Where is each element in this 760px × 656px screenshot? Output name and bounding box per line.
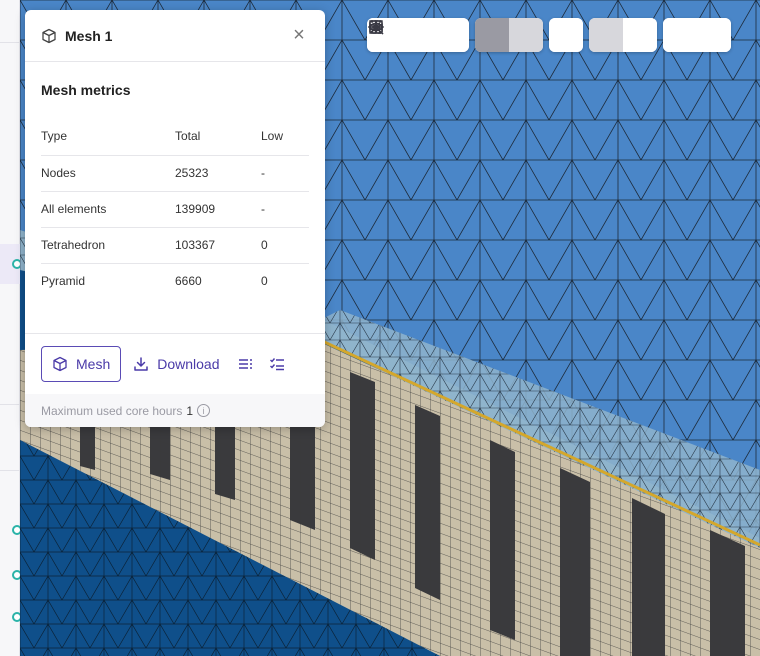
download-button[interactable]: Download [133, 355, 220, 372]
cell-type: Nodes [41, 155, 175, 192]
table-header-row: Type Total Low [41, 118, 309, 156]
cell-low: 0 [261, 274, 268, 289]
hide-icon[interactable] [368, 18, 731, 52]
table-row: All elements 139909 - [41, 191, 309, 228]
grid-view-icon[interactable] [369, 18, 657, 52]
solid-view-icon[interactable] [370, 18, 509, 52]
cell-type: Pyramid [41, 274, 86, 289]
core-hours-label: Maximum used core hours [41, 403, 183, 418]
list-icon[interactable] [236, 355, 254, 373]
panel-header: Mesh 1 × [25, 10, 325, 62]
close-icon[interactable]: × [289, 24, 309, 46]
panel-title: Mesh 1 [65, 27, 113, 44]
axes-icon[interactable] [369, 18, 583, 52]
mesh-panel: Mesh 1 × Mesh metrics Type Total Low Nod… [25, 10, 325, 427]
sidebar-divider [0, 42, 20, 43]
table-row: Pyramid 6660 0 [41, 263, 309, 299]
core-hours-row: Maximum used core hours 1 i [25, 394, 325, 427]
cell-type: All elements [41, 191, 175, 228]
zoom-select-icon[interactable] [369, 18, 469, 52]
show-icon[interactable] [368, 18, 697, 52]
section-view-icon[interactable] [369, 18, 623, 52]
core-hours-value: 1 [186, 403, 194, 418]
column-header: Low [261, 118, 309, 156]
cell-total: 25323 [175, 155, 261, 192]
table-row: Tetrahedron 103367 0 [41, 227, 309, 264]
render-mode-group [370, 18, 543, 52]
wireframe-view-icon[interactable] [370, 18, 543, 52]
zoom-box-icon[interactable] [369, 18, 435, 52]
section-group [369, 18, 657, 52]
cell-low: 0 [261, 227, 309, 264]
visibility-group [368, 18, 731, 52]
viewport-toolbar [367, 18, 731, 52]
cell-total: 139909 [175, 191, 261, 228]
axes-group [369, 18, 583, 52]
download-button-label: Download [157, 355, 220, 372]
section-title: Mesh metrics [41, 82, 131, 98]
column-header: Total [175, 118, 261, 156]
cell-type: Tetrahedron [41, 227, 175, 264]
cube-icon [53, 356, 67, 371]
column-header: Type [41, 118, 175, 156]
table-row: Nodes 25323 - [41, 155, 309, 192]
metrics-table: Type Total Low Nodes 25323 - All element… [41, 118, 309, 299]
cell-total: 6660 [175, 274, 202, 289]
panel-footer: Mesh Download [25, 333, 325, 393]
mesh-button-label: Mesh [76, 355, 111, 372]
download-icon [134, 356, 148, 371]
checklist-icon[interactable] [268, 355, 286, 373]
left-sidebar [0, 0, 22, 656]
cube-icon [42, 28, 56, 43]
cell-total: 103367 [175, 227, 261, 264]
info-icon[interactable]: i [197, 404, 211, 417]
sidebar-divider [0, 470, 20, 471]
sidebar-divider [0, 404, 20, 405]
cell-low: - [261, 191, 309, 228]
mesh-button[interactable]: Mesh [41, 345, 122, 382]
cell-low: - [261, 155, 309, 192]
